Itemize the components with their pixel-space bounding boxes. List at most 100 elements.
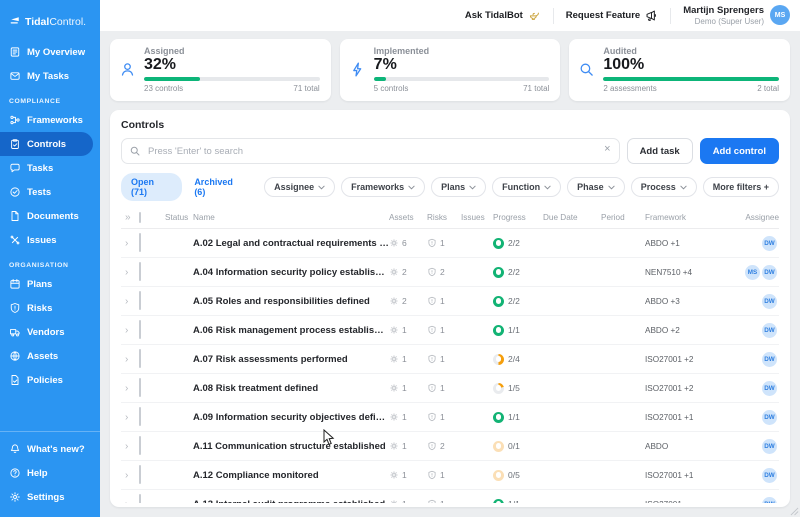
- sidebar-item-controls[interactable]: Controls: [0, 132, 93, 156]
- table-row[interactable]: › A.09 Information security objectives de…: [121, 403, 779, 432]
- row-expand-icon[interactable]: ›: [121, 267, 139, 278]
- user-avatar[interactable]: MS: [770, 5, 790, 25]
- resize-handle[interactable]: [790, 507, 799, 516]
- sidebar-item-vendors[interactable]: Vendors: [0, 320, 100, 344]
- assignee-avatar[interactable]: DW: [762, 236, 777, 251]
- row-checkbox[interactable]: [139, 466, 165, 484]
- column-header-due-date[interactable]: Due Date: [543, 213, 601, 222]
- sidebar-item-frameworks[interactable]: Frameworks: [0, 108, 100, 132]
- column-header-status[interactable]: Status: [165, 213, 193, 222]
- sidebar-item-risks[interactable]: Risks: [0, 296, 100, 320]
- stat-card-assigned[interactable]: Assigned 32% 23 controls 71 total: [110, 39, 331, 101]
- sidebar-item-plans[interactable]: Plans: [0, 272, 100, 296]
- assignee-avatar[interactable]: DW: [762, 294, 777, 309]
- sidebar-item-policies[interactable]: Policies: [0, 368, 100, 392]
- control-name[interactable]: A.12 Compliance monitored: [193, 470, 389, 481]
- filter-process[interactable]: Process: [631, 177, 697, 197]
- control-name[interactable]: A.09 Information security objectives def…: [193, 412, 389, 423]
- tab-open-71[interactable]: Open (71): [121, 173, 182, 201]
- filter-function[interactable]: Function: [492, 177, 561, 197]
- control-name[interactable]: A.13 Internal audit programme establishe…: [193, 499, 389, 504]
- add-control-button[interactable]: Add control: [700, 138, 779, 164]
- sidebar-item-tasks[interactable]: Tasks: [0, 156, 100, 180]
- sidebar-item-tests[interactable]: Tests: [0, 180, 100, 204]
- column-header-framework[interactable]: Framework: [645, 213, 733, 222]
- control-name[interactable]: A.06 Risk management process established: [193, 325, 389, 336]
- row-expand-icon[interactable]: ›: [121, 470, 139, 481]
- sidebar-item-what-s-new[interactable]: What's new?: [0, 437, 100, 461]
- row-checkbox[interactable]: [139, 292, 165, 310]
- table-row[interactable]: › A.11 Communication structure establishe…: [121, 432, 779, 461]
- search-input[interactable]: [121, 138, 620, 164]
- row-checkbox[interactable]: [139, 408, 165, 426]
- filter-plans[interactable]: Plans: [431, 177, 486, 197]
- sidebar-item-my-overview[interactable]: My Overview: [0, 40, 100, 64]
- column-header-assets[interactable]: Assets: [389, 213, 427, 222]
- assignee-avatar[interactable]: DW: [762, 468, 777, 483]
- select-all-checkbox[interactable]: [139, 213, 165, 222]
- table-row[interactable]: ›A.12 Compliance monitored110/5ISO27001 …: [121, 461, 779, 490]
- filter-phase[interactable]: Phase: [567, 177, 625, 197]
- sidebar-item-documents[interactable]: Documents: [0, 204, 100, 228]
- row-expand-icon[interactable]: ›: [121, 325, 139, 336]
- row-checkbox[interactable]: [139, 234, 165, 252]
- table-row[interactable]: › A.13 Internal audit programme establish…: [121, 490, 779, 503]
- assignee-avatar[interactable]: DW: [762, 497, 777, 504]
- app-logo[interactable]: TidalControl.: [0, 8, 100, 40]
- control-name[interactable]: A.04 Information security policy establi…: [193, 267, 389, 278]
- row-checkbox[interactable]: [139, 437, 165, 455]
- stat-card-implemented[interactable]: Implemented 7% 5 controls 71 total: [340, 39, 561, 101]
- table-row[interactable]: ›A.07 Risk assessments performed112/4ISO…: [121, 345, 779, 374]
- column-header-name[interactable]: Name: [193, 213, 389, 222]
- control-name[interactable]: A.05 Roles and responsibilities defined: [193, 296, 389, 307]
- table-row[interactable]: ›A.02 Legal and contractual requirements…: [121, 229, 779, 258]
- user-menu[interactable]: Martijn Sprengers Demo (Super User) MS: [671, 5, 790, 25]
- add-task-button[interactable]: Add task: [627, 138, 693, 164]
- assignee-avatar[interactable]: DW: [762, 410, 777, 425]
- row-checkbox[interactable]: [139, 379, 165, 397]
- assignee-avatar[interactable]: DW: [762, 323, 777, 338]
- sidebar-item-assets[interactable]: Assets: [0, 344, 100, 368]
- row-expand-icon[interactable]: ›: [121, 499, 139, 504]
- column-header-period[interactable]: Period: [601, 213, 645, 222]
- table-row[interactable]: › A.05 Roles and responsibilities defined…: [121, 287, 779, 316]
- row-checkbox[interactable]: [139, 263, 165, 281]
- control-name[interactable]: A.07 Risk assessments performed: [193, 354, 389, 365]
- clear-search-icon[interactable]: ×: [604, 143, 610, 155]
- assignee-avatar[interactable]: DW: [762, 265, 777, 280]
- column-header-risks[interactable]: Risks: [427, 213, 461, 222]
- row-checkbox[interactable]: [139, 350, 165, 368]
- row-expand-icon[interactable]: ›: [121, 354, 139, 365]
- stat-card-audited[interactable]: Audited 100% 2 assessments 2 total: [569, 39, 790, 101]
- expand-all-icon[interactable]: »: [121, 212, 139, 223]
- assignee-avatar[interactable]: DW: [762, 439, 777, 454]
- table-row[interactable]: › A.06 Risk management process establishe…: [121, 316, 779, 345]
- row-checkbox[interactable]: [139, 321, 165, 339]
- sidebar-item-help[interactable]: Help: [0, 461, 100, 485]
- sidebar-item-settings[interactable]: Settings: [0, 485, 100, 509]
- table-row[interactable]: › A.04 Information security policy establ…: [121, 258, 779, 287]
- assignee-avatar[interactable]: DW: [762, 352, 777, 367]
- table-row[interactable]: ›A.08 Risk treatment defined111/5ISO2700…: [121, 374, 779, 403]
- column-header-progress[interactable]: Progress: [493, 213, 543, 222]
- column-header-issues[interactable]: Issues: [461, 213, 493, 222]
- filter-frameworks[interactable]: Frameworks: [341, 177, 425, 197]
- row-expand-icon[interactable]: ›: [121, 441, 139, 452]
- control-name[interactable]: A.02 Legal and contractual requirements …: [193, 238, 389, 249]
- more-filters-button[interactable]: More filters +: [703, 177, 779, 197]
- row-expand-icon[interactable]: ›: [121, 412, 139, 423]
- row-expand-icon[interactable]: ›: [121, 383, 139, 394]
- sidebar-item-my-tasks[interactable]: My Tasks: [0, 64, 100, 88]
- assignee-avatar[interactable]: DW: [762, 381, 777, 396]
- request-feature-button[interactable]: Request Feature: [554, 9, 670, 22]
- control-name[interactable]: A.11 Communication structure established: [193, 441, 389, 452]
- row-checkbox[interactable]: [139, 495, 165, 503]
- control-name[interactable]: A.08 Risk treatment defined: [193, 383, 389, 394]
- assignee-avatar[interactable]: MS: [745, 265, 760, 280]
- filter-assignee[interactable]: Assignee: [264, 177, 335, 197]
- ask-tidalbot-button[interactable]: Ask TidalBot: [453, 9, 553, 22]
- row-expand-icon[interactable]: ›: [121, 296, 139, 307]
- tab-archived-6[interactable]: Archived (6): [188, 173, 252, 201]
- column-header-assignee[interactable]: Assignee: [733, 213, 779, 222]
- sidebar-item-issues[interactable]: Issues: [0, 228, 100, 252]
